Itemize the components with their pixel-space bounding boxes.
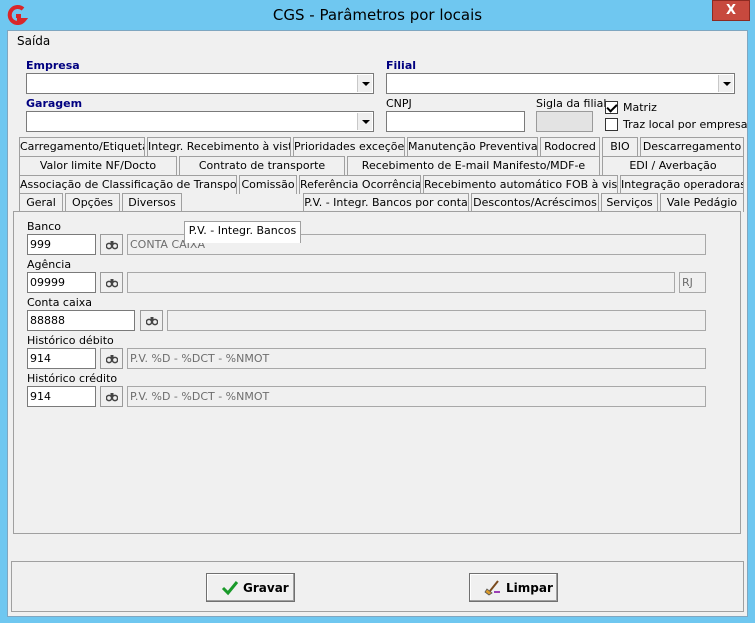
limpar-button[interactable]: Limpar <box>469 573 558 602</box>
tab-recebimento-email[interactable]: Recebimento de E-mail Manifesto/MDF-e <box>347 156 600 175</box>
binoculars-icon <box>106 241 118 250</box>
binoculars-icon <box>146 317 158 326</box>
matriz-label: Matriz <box>623 101 657 114</box>
main-window: CGS - Parâmetros por locais X Saída Empr… <box>0 0 755 623</box>
limpar-label: Limpar <box>506 581 553 595</box>
chevron-down-icon[interactable] <box>357 75 372 92</box>
conta-desc-field <box>167 310 706 331</box>
tab-vale-pedagio[interactable]: Vale Pedágio <box>660 193 744 212</box>
tab-valor-limite[interactable]: Valor limite NF/Docto <box>19 156 177 175</box>
chevron-down-icon[interactable] <box>357 113 372 130</box>
gravar-button[interactable]: Gravar <box>206 573 295 602</box>
tab-opcoes[interactable]: Opções <box>65 193 120 212</box>
traz-local-label: Traz local por empresa <box>623 118 748 131</box>
empresa-combo[interactable] <box>26 73 374 94</box>
hist-debito-lookup-button[interactable] <box>100 348 123 369</box>
banco-code-field[interactable]: 999 <box>27 234 96 255</box>
tab-geral[interactable]: Geral <box>19 193 63 212</box>
tab-descarregamento[interactable]: Descarregamento <box>640 137 744 156</box>
empresa-label: Empresa <box>26 59 80 72</box>
close-button[interactable]: X <box>712 0 750 21</box>
tab-referencia[interactable]: Referência Ocorrência <box>299 175 421 194</box>
binoculars-icon <box>106 355 118 364</box>
hist-debito-code-field[interactable]: 914 <box>27 348 96 369</box>
tab-pv-integr-bancos-conta[interactable]: P.V. - Integr. Bancos por conta <box>303 193 469 212</box>
chevron-down-icon[interactable] <box>718 75 733 92</box>
sigla-label: Sigla da filial <box>536 97 607 110</box>
client-area: Saída Empresa Filial Garagem CNPJ Sigla … <box>7 30 748 617</box>
matriz-checkbox[interactable] <box>605 101 618 114</box>
tab-panel: Banco 999 CONTA CAIXA Agência 09999 RJ C… <box>13 211 741 534</box>
hist-credito-code-field[interactable]: 914 <box>27 386 96 407</box>
agencia-uf-field: RJ <box>679 272 706 293</box>
tab-manutencao[interactable]: Manutenção Preventiva <box>407 137 538 156</box>
broom-icon <box>484 580 500 596</box>
cnpj-label: CNPJ <box>386 97 412 110</box>
menu-bar: Saída <box>8 31 747 51</box>
tab-contrato[interactable]: Contrato de transporte <box>179 156 345 175</box>
tab-integracao-operadoras[interactable]: Integração operadoras <box>620 175 744 194</box>
tab-servicos[interactable]: Serviços <box>601 193 658 212</box>
tab-integr-recebimento[interactable]: Integr. Recebimento à vista <box>147 137 291 156</box>
binoculars-icon <box>106 393 118 402</box>
conta-label: Conta caixa <box>27 296 93 309</box>
filial-combo[interactable] <box>386 73 735 94</box>
binoculars-icon <box>106 279 118 288</box>
tab-recebimento-fob[interactable]: Recebimento automático FOB à vista <box>423 175 618 194</box>
garagem-label: Garagem <box>26 97 83 110</box>
tab-carregamento[interactable]: Carregamento/Etiquetas <box>19 137 145 156</box>
conta-lookup-button[interactable] <box>140 310 163 331</box>
banco-label: Banco <box>27 220 62 233</box>
menu-saida[interactable]: Saída <box>17 34 50 48</box>
hist-credito-label: Histórico crédito <box>27 372 118 385</box>
tab-bio[interactable]: BIO <box>602 137 638 156</box>
title-bar: CGS - Parâmetros por locais X <box>0 0 755 30</box>
agencia-label: Agência <box>27 258 72 271</box>
hist-debito-label: Histórico débito <box>27 334 114 347</box>
tab-diversos[interactable]: Diversos <box>122 193 182 212</box>
tab-edi[interactable]: EDI / Averbação <box>602 156 744 175</box>
hist-credito-lookup-button[interactable] <box>100 386 123 407</box>
tab-associacao[interactable]: Associação de Classificação de Transport… <box>19 175 237 194</box>
tab-pv-integr-bancos[interactable]: P.V. - Integr. Bancos <box>184 221 301 243</box>
tab-comissao[interactable]: Comissão <box>239 175 297 194</box>
tab-descontos[interactable]: Descontos/Acréscimos <box>471 193 599 212</box>
agencia-code-field[interactable]: 09999 <box>27 272 96 293</box>
button-bar: Gravar Limpar <box>11 561 744 612</box>
window-title: CGS - Parâmetros por locais <box>272 6 483 24</box>
hist-credito-desc-field: P.V. %D - %DCT - %NMOT <box>127 386 706 407</box>
filial-label: Filial <box>386 59 417 72</box>
tab-prioridades[interactable]: Prioridades exceções <box>293 137 405 156</box>
cnpj-field[interactable] <box>386 111 525 132</box>
hist-debito-desc-field: P.V. %D - %DCT - %NMOT <box>127 348 706 369</box>
sigla-field[interactable] <box>536 111 593 132</box>
checkmark-icon <box>221 581 239 596</box>
garagem-combo[interactable] <box>26 111 374 132</box>
agencia-lookup-button[interactable] <box>100 272 123 293</box>
agencia-desc-field <box>127 272 675 293</box>
traz-local-checkbox[interactable] <box>605 118 618 131</box>
conta-code-field[interactable]: 88888 <box>27 310 135 331</box>
tab-rodocred[interactable]: Rodocred <box>540 137 600 156</box>
banco-lookup-button[interactable] <box>100 234 123 255</box>
gravar-label: Gravar <box>243 581 289 595</box>
